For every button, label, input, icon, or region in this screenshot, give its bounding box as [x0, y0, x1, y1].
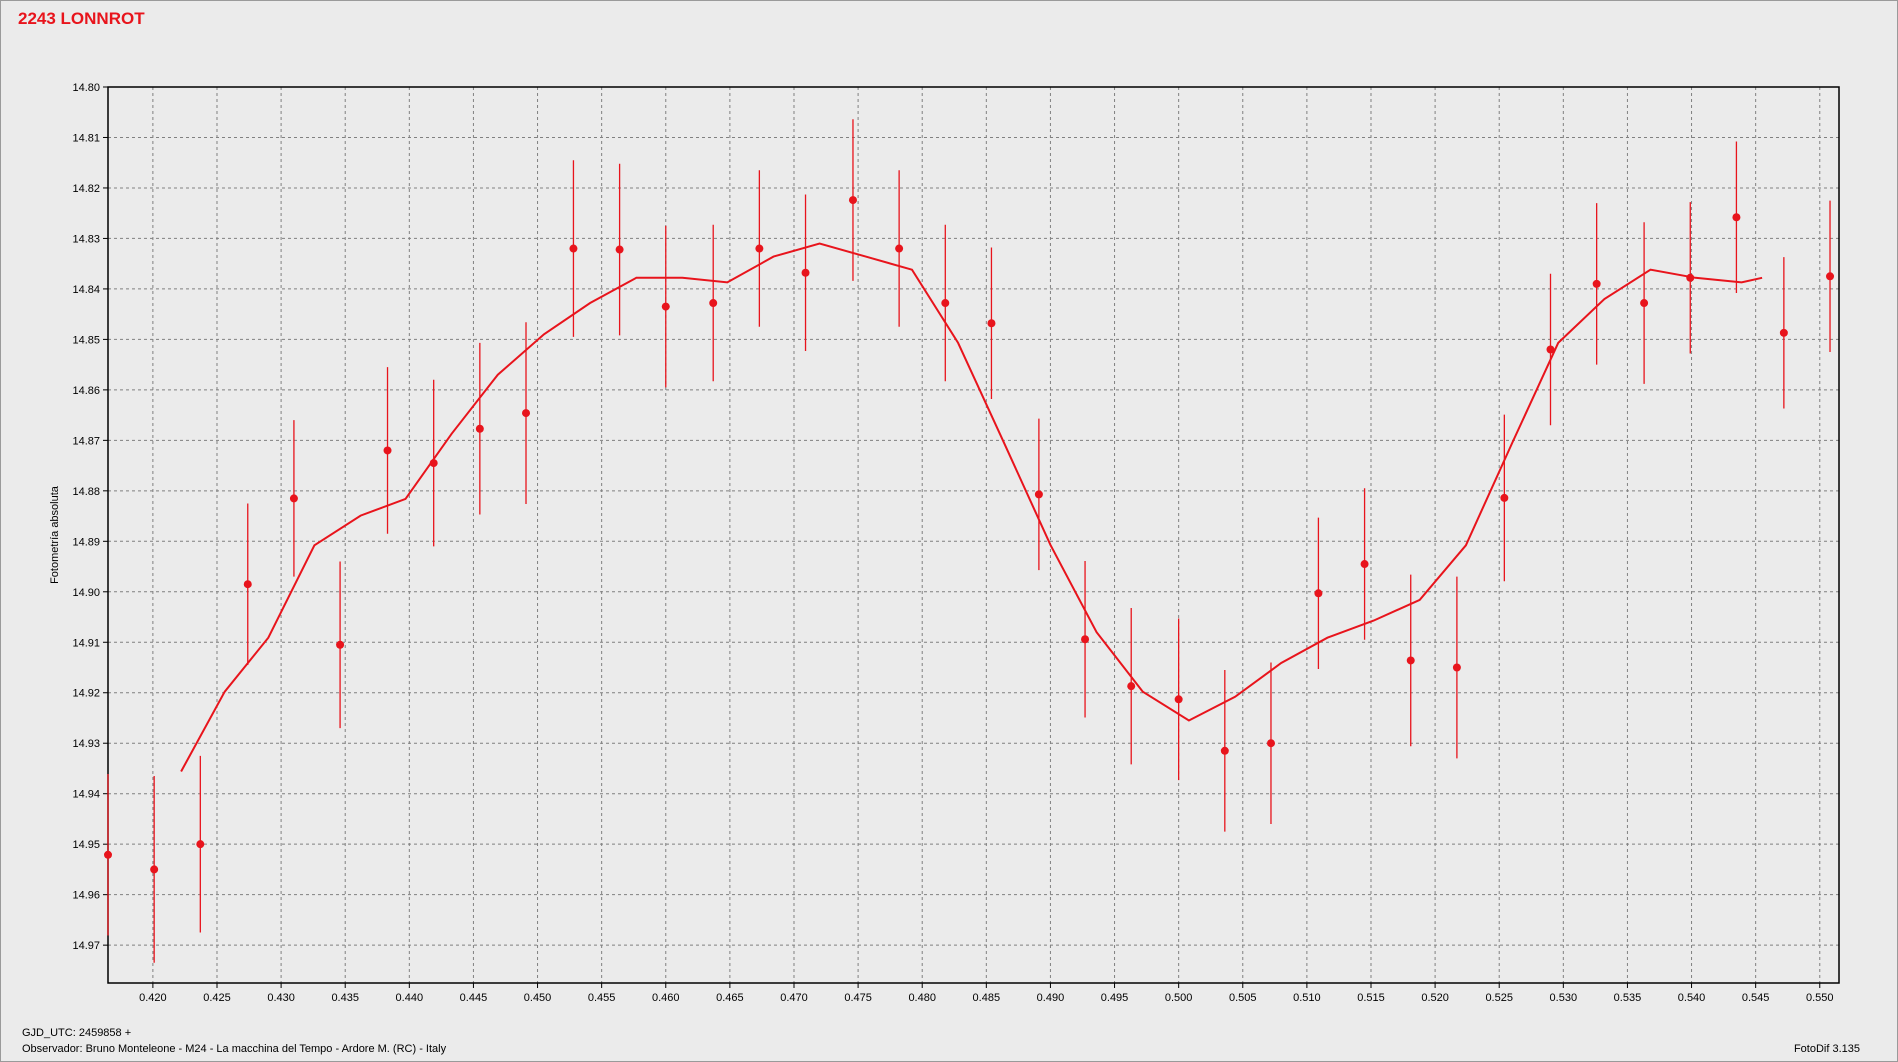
data-point — [196, 840, 205, 849]
data-point — [1686, 273, 1695, 282]
x-tick-label: 0.530 — [1550, 992, 1578, 1004]
x-tick-label: 0.425 — [203, 992, 231, 1004]
y-tick-label: 14.96 — [72, 890, 100, 902]
data-point — [475, 424, 484, 433]
x-tick-label: 0.420 — [139, 992, 167, 1004]
data-point — [1452, 663, 1461, 672]
y-tick-label: 14.93 — [72, 738, 100, 750]
y-tick-label: 14.97 — [72, 940, 100, 952]
y-tick-label: 14.85 — [72, 334, 100, 346]
x-tick-label: 0.440 — [396, 992, 424, 1004]
data-point — [243, 580, 252, 589]
x-tick-label: 0.460 — [652, 992, 680, 1004]
x-tick-label: 0.500 — [1165, 992, 1193, 1004]
y-tick-label: 14.88 — [72, 486, 100, 498]
data-point — [1732, 213, 1741, 222]
data-point — [1266, 739, 1275, 748]
data-point — [987, 319, 996, 328]
y-tick-label: 14.82 — [72, 183, 100, 195]
data-point — [1779, 328, 1788, 337]
data-point — [1406, 656, 1415, 665]
y-tick-label: 14.86 — [72, 385, 100, 397]
x-tick-label: 0.520 — [1421, 992, 1449, 1004]
x-tick-label: 0.490 — [1037, 992, 1065, 1004]
data-point — [1640, 299, 1649, 308]
data-point — [1826, 272, 1835, 281]
x-tick-label: 0.445 — [460, 992, 488, 1004]
y-tick-label: 14.92 — [72, 688, 100, 700]
x-tick-label: 0.535 — [1614, 992, 1642, 1004]
data-point — [383, 446, 392, 455]
data-point — [848, 196, 857, 205]
x-tick-label: 0.475 — [844, 992, 872, 1004]
y-tick-label: 14.84 — [72, 284, 100, 296]
data-point — [1034, 490, 1043, 499]
data-point — [755, 244, 764, 253]
data-point — [709, 299, 718, 308]
data-point — [1127, 682, 1136, 691]
data-point — [1592, 279, 1601, 288]
x-tick-label: 0.485 — [973, 992, 1001, 1004]
data-point — [150, 865, 159, 874]
data-point — [522, 409, 531, 418]
plot-area — [108, 87, 1839, 983]
y-tick-label: 14.80 — [72, 82, 100, 94]
x-tick-label: 0.480 — [908, 992, 936, 1004]
data-point — [661, 302, 670, 311]
x-tick-label: 0.495 — [1101, 992, 1129, 1004]
data-point — [615, 245, 624, 254]
footer-software: FotoDif 3.135 — [1793, 1043, 1860, 1055]
y-tick-label: 14.95 — [72, 839, 100, 851]
x-tick-label: 0.545 — [1742, 992, 1770, 1004]
y-axis-label: Fotometría absoluta — [49, 485, 61, 584]
x-tick-label: 0.450 — [524, 992, 552, 1004]
grid-layer — [108, 86, 1839, 983]
x-tick-label: 0.435 — [331, 992, 359, 1004]
footer-gjd: GJD_UTC: 2459858 + — [22, 1027, 132, 1039]
data-point — [1500, 493, 1509, 502]
data-point — [1220, 746, 1229, 755]
x-tick-label: 0.430 — [267, 992, 295, 1004]
data-point — [895, 244, 904, 253]
x-tick-label: 0.510 — [1293, 992, 1321, 1004]
data-point — [429, 459, 438, 468]
data-point — [1546, 345, 1555, 354]
data-point — [336, 640, 345, 649]
x-tick-label: 0.550 — [1806, 992, 1834, 1004]
y-tick-label: 14.81 — [72, 132, 100, 144]
data-point — [104, 850, 112, 859]
chart-svg: 0.420 0.425 0.430 0.435 0.440 0.445 0.450 0.455… — [49, 82, 1840, 1004]
x-tick-label: 0.455 — [588, 992, 616, 1004]
y-tick-label: 14.91 — [72, 637, 100, 649]
data-point — [801, 268, 810, 277]
footer-observer: Observador: Bruno Monteleone - M24 - La … — [22, 1043, 447, 1055]
data-point — [289, 494, 298, 503]
x-tick-label: 0.505 — [1229, 992, 1257, 1004]
x-tick-label: 0.540 — [1678, 992, 1706, 1004]
data-point — [1314, 589, 1323, 598]
data-point — [569, 244, 578, 253]
data-point — [1081, 635, 1090, 644]
data-point — [1174, 695, 1183, 704]
data-point — [1360, 560, 1369, 569]
x-tick-label: 0.525 — [1485, 992, 1513, 1004]
y-tick-label: 14.83 — [72, 233, 100, 245]
x-tick-label: 0.470 — [780, 992, 808, 1004]
y-tick-label: 14.89 — [72, 536, 100, 548]
x-tick-label: 0.515 — [1357, 992, 1385, 1004]
y-tick-label: 14.90 — [72, 587, 100, 599]
x-tick-label: 0.465 — [716, 992, 744, 1004]
data-point — [941, 299, 950, 308]
y-tick-label: 14.94 — [72, 789, 100, 801]
y-tick-label: 14.87 — [72, 435, 100, 447]
